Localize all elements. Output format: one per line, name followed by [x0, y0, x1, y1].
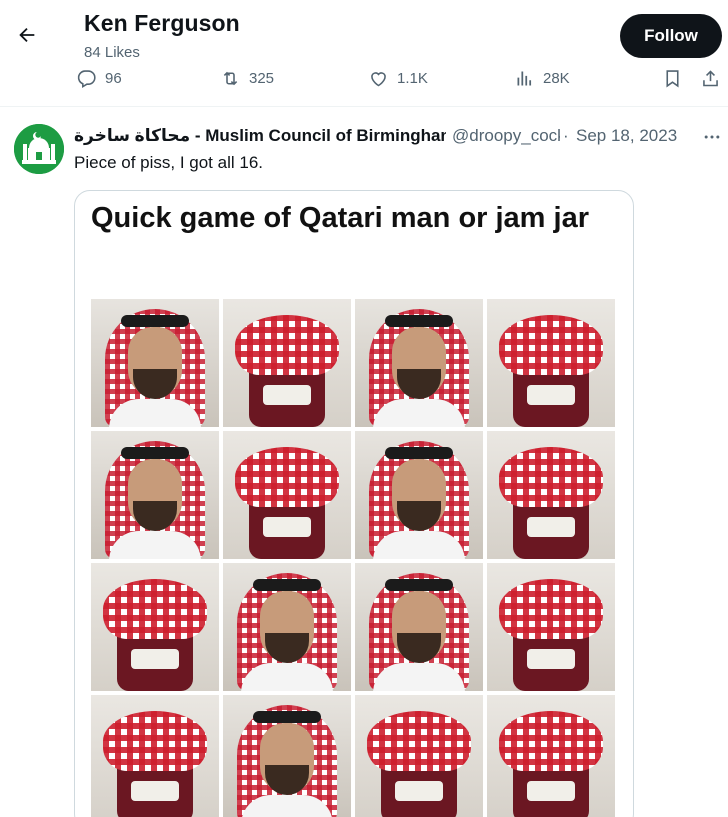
- tweet-header: محاكاة ساخرة - Muslim Council of Birming…: [74, 126, 724, 148]
- photo-jam-jar-16: [487, 695, 615, 817]
- photo-jam-jar-6: [223, 431, 351, 559]
- reply-button[interactable]: 96: [76, 68, 122, 89]
- retweet-icon: [223, 71, 238, 86]
- bookmark-button[interactable]: [662, 68, 683, 89]
- tweet-media[interactable]: Quick game of Qatari man or jam jar: [74, 190, 634, 817]
- share-button[interactable]: [700, 68, 721, 89]
- photo-man-14: [223, 695, 351, 817]
- bookmark-icon: [666, 70, 679, 88]
- tweet-date[interactable]: Sep 18, 2023: [576, 126, 677, 146]
- jar-label: [527, 385, 575, 405]
- jar-label: [527, 781, 575, 801]
- jar-label: [395, 781, 443, 801]
- jar-cloth: [103, 579, 207, 639]
- jar-cloth: [499, 447, 603, 507]
- ellipsis-icon: [704, 135, 720, 139]
- jar-label: [263, 385, 311, 405]
- bar-chart-icon: [517, 71, 532, 86]
- man-thobe: [109, 531, 201, 559]
- comment-icon: [77, 70, 96, 89]
- photo-jam-jar-2: [223, 299, 351, 427]
- jar-label: [527, 517, 575, 537]
- photo-jam-jar-8: [487, 431, 615, 559]
- photo-man-3: [355, 299, 483, 427]
- tweet-actions: 96 325 1.1K 28K: [0, 64, 728, 98]
- meta-separator: ·: [563, 126, 569, 145]
- reply-count: 96: [105, 70, 122, 87]
- jar-cloth: [235, 447, 339, 507]
- man-agal: [385, 447, 453, 459]
- share-icon: [703, 70, 718, 87]
- author-name[interactable]: محاكاة ساخرة - Muslim Council of Birming…: [74, 126, 446, 146]
- man-thobe: [373, 399, 465, 427]
- jar-label: [263, 517, 311, 537]
- tweet-text: Piece of piss, I got all 16.: [74, 153, 263, 172]
- follow-button[interactable]: Follow: [620, 14, 722, 58]
- repost-button[interactable]: 325: [220, 68, 274, 89]
- man-agal: [385, 579, 453, 591]
- meme-grid: [91, 299, 619, 817]
- photo-man-11: [355, 563, 483, 691]
- like-count: 1.1K: [397, 70, 428, 87]
- jar-label: [131, 649, 179, 669]
- avatar[interactable]: [14, 124, 64, 174]
- jar-cloth: [499, 579, 603, 639]
- jar-label: [527, 649, 575, 669]
- photo-jam-jar-13: [91, 695, 219, 817]
- jar-cloth: [103, 711, 207, 771]
- heart-icon: [371, 72, 386, 87]
- profile-header: Ken Ferguson 84 Likes Follow: [0, 0, 728, 61]
- like-button[interactable]: 1.1K: [368, 68, 428, 89]
- photo-man-7: [355, 431, 483, 559]
- back-button[interactable]: [12, 20, 42, 50]
- mosque-logo-icon: [14, 124, 64, 174]
- divider: [0, 106, 728, 107]
- jar-cloth: [499, 315, 603, 375]
- meme-title: Quick game of Qatari man or jam jar: [91, 202, 589, 234]
- man-agal: [253, 579, 321, 591]
- photo-man-1: [91, 299, 219, 427]
- man-thobe: [373, 531, 465, 559]
- photo-man-5: [91, 431, 219, 559]
- man-agal: [121, 447, 189, 459]
- jar-label: [131, 781, 179, 801]
- views-count: 28K: [543, 70, 570, 87]
- man-agal: [385, 315, 453, 327]
- man-thobe: [241, 663, 333, 691]
- repost-count: 325: [249, 70, 275, 87]
- more-options-button[interactable]: [700, 126, 724, 148]
- author-handle[interactable]: @droopy_cock: [452, 126, 560, 146]
- photo-jam-jar-4: [487, 299, 615, 427]
- photo-man-10: [223, 563, 351, 691]
- jar-cloth: [499, 711, 603, 771]
- photo-jam-jar-9: [91, 563, 219, 691]
- photo-jam-jar-15: [355, 695, 483, 817]
- jar-cloth: [367, 711, 471, 771]
- man-thobe: [373, 663, 465, 691]
- profile-likes-count: 84 Likes: [84, 44, 140, 61]
- photo-jam-jar-12: [487, 563, 615, 691]
- man-thobe: [109, 399, 201, 427]
- jar-cloth: [235, 315, 339, 375]
- man-agal: [253, 711, 321, 723]
- views-button[interactable]: 28K: [514, 68, 570, 89]
- arrow-left-icon: [19, 27, 35, 43]
- profile-name[interactable]: Ken Ferguson: [84, 10, 240, 37]
- man-agal: [121, 315, 189, 327]
